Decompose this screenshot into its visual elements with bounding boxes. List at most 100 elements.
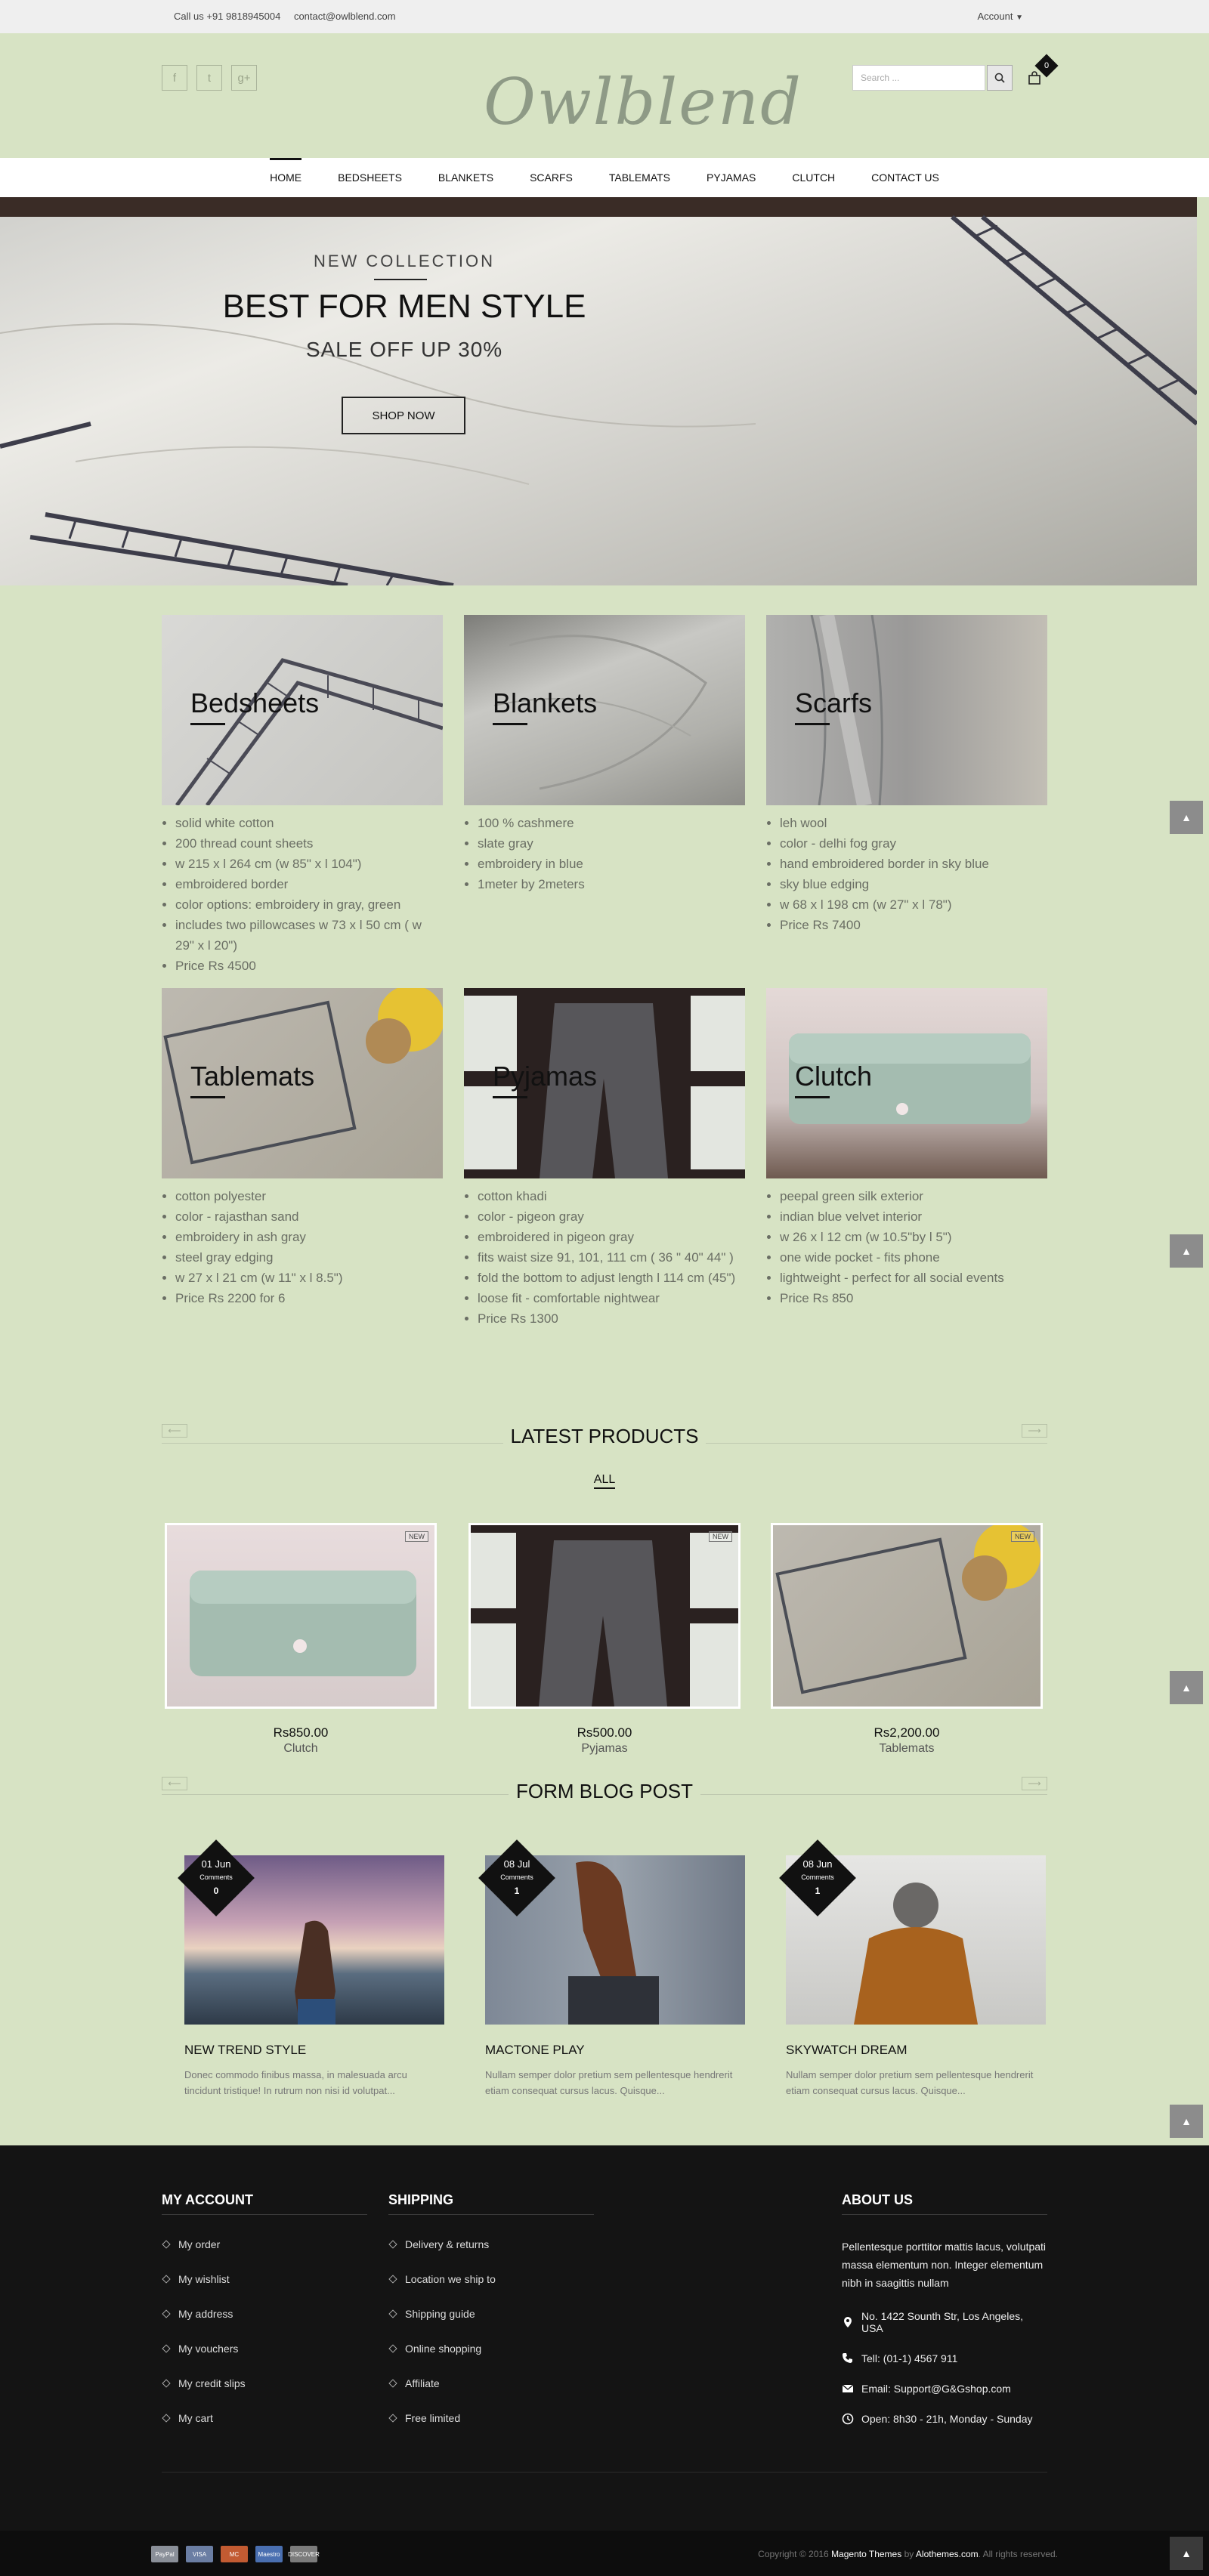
category-details: cotton polyester color - rajasthan sand …: [162, 1186, 443, 1308]
footer-heading: MY ACCOUNT: [162, 2192, 367, 2215]
product-image[interactable]: NEW: [771, 1523, 1043, 1709]
google-plus-icon[interactable]: g+: [231, 65, 257, 91]
detail-item: color - rajasthan sand: [175, 1206, 443, 1227]
blog-post-excerpt: Donec commodo finibus massa, in malesuad…: [184, 2069, 407, 2096]
date-badge: 08 Jul Comments 1: [478, 1839, 556, 1917]
nav-item-home[interactable]: HOME: [270, 158, 302, 197]
category-title[interactable]: Pyjamas: [493, 1061, 597, 1098]
email-text[interactable]: Email: Support@G&Gshop.com: [861, 2383, 1011, 2395]
shop-now-button[interactable]: SHOP NOW: [342, 397, 465, 434]
contact-info: Call us +91 9818945004 contact@owlblend.…: [174, 11, 407, 22]
product-price: Rs500.00: [577, 1725, 632, 1740]
twitter-icon[interactable]: t: [196, 65, 222, 91]
footer-link[interactable]: My order: [162, 2227, 367, 2262]
scroll-up-button[interactable]: ▲: [1170, 1671, 1203, 1704]
category-image[interactable]: Pyjamas: [464, 988, 745, 1178]
search-button[interactable]: [987, 65, 1013, 91]
account-label: Account: [977, 11, 1013, 22]
social-links: f t g+: [162, 65, 257, 91]
footer-link[interactable]: Shipping guide: [388, 2296, 594, 2331]
search-box: Search ...: [852, 65, 1013, 91]
detail-item: steel gray edging: [175, 1247, 443, 1268]
footer-link[interactable]: Affiliate: [388, 2366, 594, 2401]
category-title[interactable]: Scarfs: [795, 687, 872, 725]
product-card[interactable]: NEW Rs850.00 Clutch: [165, 1523, 437, 1756]
footer-link[interactable]: Delivery & returns: [388, 2227, 594, 2262]
search-input[interactable]: Search ...: [852, 65, 985, 91]
detail-item: cotton khadi: [478, 1186, 745, 1206]
product-card[interactable]: NEW Rs500.00 Pyjamas: [468, 1523, 741, 1756]
chevron-up-icon: ▲: [1181, 1245, 1192, 1257]
email-link[interactable]: contact@owlblend.com: [294, 11, 396, 22]
bag-icon: [1028, 71, 1040, 85]
detail-item: embroidered border: [175, 874, 443, 894]
footer-link[interactable]: My wishlist: [162, 2262, 367, 2296]
cart-button[interactable]: 0: [1022, 54, 1059, 91]
category-image[interactable]: Bedsheets: [162, 615, 443, 805]
site-logo[interactable]: Owlblend: [484, 65, 801, 139]
category-image[interactable]: Scarfs: [766, 615, 1047, 805]
footer-link[interactable]: My vouchers: [162, 2331, 367, 2366]
detail-item: Price Rs 7400: [780, 915, 1047, 935]
scroll-up-button[interactable]: ▲: [1170, 2105, 1203, 2138]
category-title[interactable]: Clutch: [795, 1061, 872, 1098]
category-title[interactable]: Bedsheets: [190, 687, 319, 725]
nav-item-bedsheets[interactable]: BEDSHEETS: [338, 158, 402, 197]
category-card-pyjamas: Pyjamas cotton khadi color - pigeon gray…: [464, 988, 745, 1329]
nav-item-pyjamas[interactable]: PYJAMAS: [707, 158, 756, 197]
phone-row: Tell: (01-1) 4567 911: [842, 2352, 1047, 2364]
blog-post-title[interactable]: NEW TREND STYLE: [184, 2043, 444, 2058]
copyright-text: by: [901, 2549, 916, 2559]
address-row: No. 1422 Sounth Str, Los Angeles, USA: [842, 2310, 1047, 2334]
detail-item: includes two pillowcases w 73 x l 50 cm …: [175, 915, 443, 956]
blog-post-title[interactable]: MACTONE PLAY: [485, 2043, 745, 2058]
date-badge: 01 Jun Comments 0: [177, 1839, 255, 1917]
payment-methods: PayPal VISA MC Maestro DISCOVER: [151, 2546, 320, 2562]
nav-item-scarfs[interactable]: SCARFS: [530, 158, 573, 197]
phone-text: Tell: (01-1) 4567 911: [861, 2352, 958, 2364]
phone-text: Call us +91 9818945004: [174, 11, 281, 22]
chevron-up-icon: ▲: [1181, 1682, 1192, 1694]
product-card[interactable]: NEW Rs2,200.00 Tablemats: [771, 1523, 1043, 1756]
hero-bedsheet-image: [0, 215, 1197, 585]
nav-item-blankets[interactable]: BLANKETS: [438, 158, 493, 197]
account-dropdown[interactable]: Account ▼: [977, 11, 1023, 22]
blog-post-card: 01 Jun Comments 0 NEW TREND STYLE Donec …: [178, 1839, 444, 2099]
scroll-up-button[interactable]: ▲: [1170, 801, 1203, 834]
footer-link[interactable]: My credit slips: [162, 2366, 367, 2401]
tab-all[interactable]: ALL: [162, 1473, 1047, 1489]
footer-link[interactable]: My address: [162, 2296, 367, 2331]
facebook-icon[interactable]: f: [162, 65, 187, 91]
category-title[interactable]: Tablemats: [190, 1061, 314, 1098]
blog-post-excerpt: Nullam semper dolor pretium sem pellente…: [485, 2069, 733, 2096]
tablemat-product-image: [775, 1525, 1040, 1694]
copyright-brand-link[interactable]: Magento Themes: [831, 2549, 901, 2559]
nav-item-tablemats[interactable]: TABLEMATS: [609, 158, 670, 197]
product-name[interactable]: Clutch: [165, 1742, 437, 1756]
product-image[interactable]: NEW: [468, 1523, 741, 1709]
category-image[interactable]: Blankets: [464, 615, 745, 805]
hours-text: Open: 8h30 - 21h, Monday - Sunday: [861, 2413, 1033, 2425]
category-title[interactable]: Blankets: [493, 687, 597, 725]
footer-link[interactable]: Location we ship to: [388, 2262, 594, 2296]
product-name[interactable]: Tablemats: [771, 1742, 1043, 1756]
detail-item: w 26 x l 12 cm (w 10.5"by l 5"): [780, 1227, 1047, 1247]
blog-post-excerpt: Nullam semper dolor pretium sem pellente…: [786, 2069, 1034, 2096]
detail-item: 100 % cashmere: [478, 813, 745, 833]
category-image[interactable]: Tablemats: [162, 988, 443, 1178]
nav-item-contact-us[interactable]: CONTACT US: [871, 158, 939, 197]
detail-item: 200 thread count sheets: [175, 833, 443, 854]
footer-link[interactable]: Free limited: [388, 2401, 594, 2435]
copyright-author-link[interactable]: Alothemes.com: [916, 2549, 979, 2559]
footer-shipping: SHIPPING Delivery & returns Location we …: [388, 2192, 594, 2435]
footer-link[interactable]: Online shopping: [388, 2331, 594, 2366]
scroll-up-button[interactable]: ▲: [1170, 1234, 1203, 1268]
blog-post-title[interactable]: SKYWATCH DREAM: [786, 2043, 1046, 2058]
scroll-to-top-button[interactable]: ▲: [1170, 2537, 1203, 2570]
category-card-tablemats: Tablemats cotton polyester color - rajas…: [162, 988, 443, 1308]
footer-link[interactable]: My cart: [162, 2401, 367, 2435]
nav-item-clutch[interactable]: CLUTCH: [792, 158, 835, 197]
category-image[interactable]: Clutch: [766, 988, 1047, 1178]
product-image[interactable]: NEW: [165, 1523, 437, 1709]
product-name[interactable]: Pyjamas: [468, 1742, 741, 1756]
